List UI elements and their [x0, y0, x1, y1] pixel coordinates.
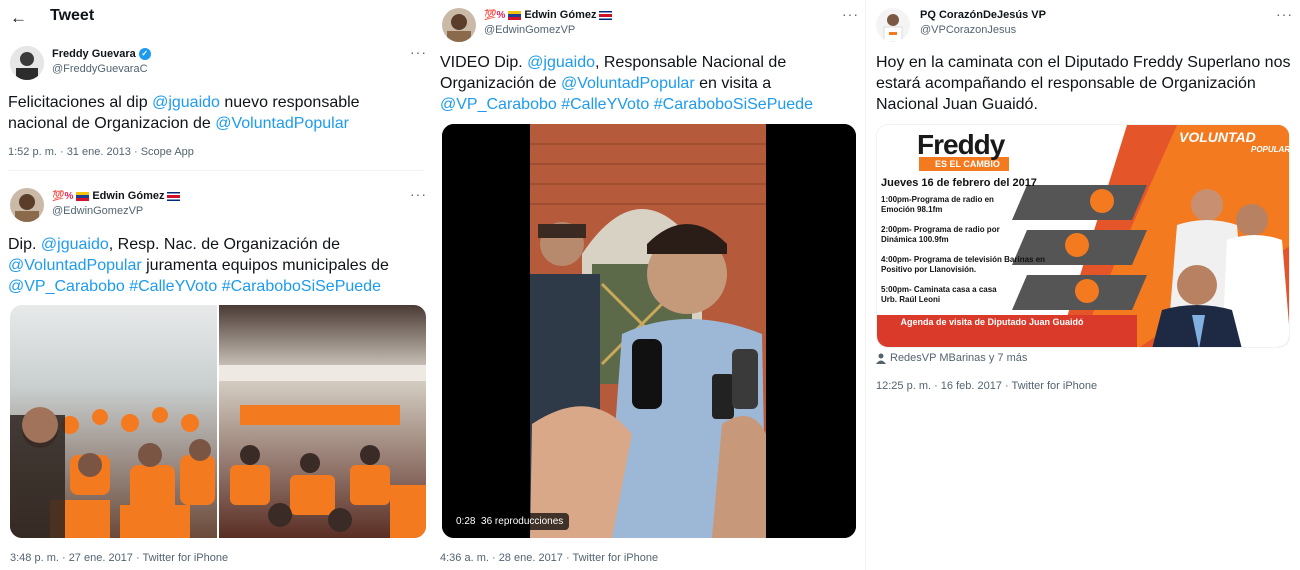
more-dots-icon[interactable]: ···: [410, 44, 427, 60]
divider: [8, 170, 424, 171]
mention-link[interactable]: @VP_Carabobo: [8, 278, 125, 295]
tweet-timestamp[interactable]: 12:25 p. m. · 16 feb. 2017 · Twitter for…: [876, 380, 1097, 392]
author-name[interactable]: PQ CorazónDeJesús VP: [920, 9, 1046, 21]
page-header: ← Tweet: [0, 0, 432, 34]
avatar[interactable]: [876, 8, 910, 42]
flyer-item: 4:00pm- Programa de televisión Barinas e…: [881, 255, 1046, 274]
flyer-date: Jueves 16 de febrero del 2017: [881, 177, 1037, 189]
verified-badge-icon: ✓: [138, 48, 151, 60]
author-name[interactable]: Freddy Guevara ✓: [52, 48, 151, 60]
tagged-users[interactable]: RedesVP MBarinas y 7 más: [876, 352, 1027, 364]
avatar[interactable]: [10, 188, 44, 222]
author-name[interactable]: 💯% Edwin Gómez: [484, 9, 613, 21]
mention-link[interactable]: @jguaido: [527, 54, 595, 71]
mention-link[interactable]: @jguaido: [152, 94, 220, 111]
author-handle[interactable]: @EdwinGomezVP: [52, 205, 143, 217]
mention-link[interactable]: @VoluntadPopular: [215, 115, 349, 132]
more-dots-icon[interactable]: ···: [1276, 6, 1293, 22]
tweet-timestamp[interactable]: 1:52 p. m. · 31 ene. 2013 · Scope App: [8, 146, 194, 158]
flyer-item: 2:00pm- Programa de radio por Dinámica 1…: [881, 225, 1000, 244]
video-duration: 0:28: [456, 516, 476, 527]
person-icon: [876, 353, 886, 364]
tweet-text: Dip. @jguaido, Resp. Nac. de Organizació…: [8, 236, 389, 295]
venezuela-flag-icon: [76, 191, 90, 201]
flyer-party: VOLUNTAD: [1179, 129, 1256, 145]
page-title: Tweet: [50, 7, 95, 24]
author-handle[interactable]: @FreddyGuevaraC: [52, 63, 148, 75]
hashtag-link[interactable]: #CalleYVoto: [129, 278, 217, 295]
video-views: 36 reproducciones: [481, 516, 564, 527]
tweet-text: Hoy en la caminata con el Diputado Fredd…: [876, 54, 1291, 113]
photo-gallery[interactable]: [10, 305, 426, 538]
more-dots-icon[interactable]: ···: [410, 186, 427, 202]
hashtag-link[interactable]: #CalleYVoto: [561, 96, 649, 113]
costa-rica-flag-icon: [599, 10, 613, 20]
tweet-text: Felicitaciones al dip @jguaido nuevo res…: [8, 94, 360, 132]
flyer-item: 5:00pm- Caminata casa a casa Urb. Raúl L…: [881, 285, 997, 304]
more-dots-icon[interactable]: ···: [842, 6, 859, 22]
video-frame[interactable]: [442, 124, 856, 538]
tweet-text: VIDEO Dip. @jguaido, Responsable Naciona…: [440, 54, 813, 113]
mention-link[interactable]: @VoluntadPopular: [561, 75, 695, 92]
crowd-photo-left[interactable]: [10, 305, 426, 538]
arrow-left-icon[interactable]: ←: [10, 8, 27, 28]
author-handle[interactable]: @EdwinGomezVP: [484, 24, 575, 36]
mention-link[interactable]: @VP_Carabobo: [440, 96, 557, 113]
tweet-thread-panel: ← Tweet Freddy Guevara ✓ @FreddyGuevaraC…: [0, 0, 432, 570]
flyer-item: 1:00pm-Programa de radio en Emoción 98.1…: [881, 195, 994, 214]
mention-link[interactable]: @VoluntadPopular: [8, 257, 142, 274]
venezuela-flag-icon: [508, 10, 522, 20]
hashtag-link[interactable]: #CaraboboSiSePuede: [654, 96, 813, 113]
costa-rica-flag-icon: [167, 191, 181, 201]
mention-link[interactable]: @jguaido: [41, 236, 109, 253]
flyer-brand: Freddy: [917, 129, 1005, 160]
author-name[interactable]: 💯% Edwin Gómez: [52, 190, 181, 202]
tweet-timestamp[interactable]: 4:36 a. m. · 28 ene. 2017 · Twitter for …: [440, 552, 658, 564]
flyer-tweet-panel: PQ CorazónDeJesús VP @VPCorazonJesus ···…: [866, 0, 1300, 570]
flyer-party-sub: POPULAR: [1251, 145, 1290, 154]
avatar[interactable]: [442, 8, 476, 42]
hashtag-link[interactable]: #CaraboboSiSePuede: [222, 278, 381, 295]
flyer-banner: Agenda de visita de Diputado Juan Guaidó: [900, 317, 1084, 327]
author-handle[interactable]: @VPCorazonJesus: [920, 24, 1016, 36]
event-flyer-image[interactable]: Freddy ES EL CAMBIO VOLUNTAD POPULAR Jue…: [876, 124, 1290, 348]
video-tweet-panel: 💯% Edwin Gómez @EdwinGomezVP ··· VIDEO D…: [432, 0, 864, 570]
video-stats-badge: 0:28 36 reproducciones: [450, 513, 570, 530]
flyer-brand-sub: ES EL CAMBIO: [935, 159, 1000, 169]
video-player[interactable]: 0:28 36 reproducciones: [442, 124, 856, 538]
avatar[interactable]: [10, 46, 44, 80]
tweet-timestamp[interactable]: 3:48 p. m. · 27 ene. 2017 · Twitter for …: [10, 552, 228, 564]
